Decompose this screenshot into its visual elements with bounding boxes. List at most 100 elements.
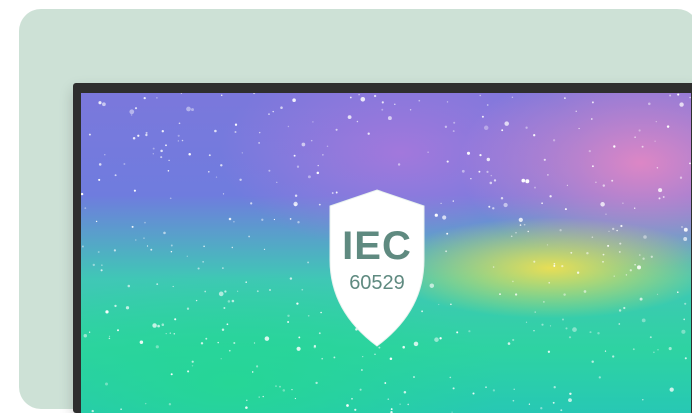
sparkle	[250, 202, 253, 205]
sparkle	[145, 133, 148, 137]
sparkle	[527, 230, 529, 233]
sparkle	[123, 163, 126, 165]
sparkle	[512, 338, 515, 342]
sparkle	[507, 342, 511, 345]
sparkle	[564, 97, 566, 99]
sparkle	[214, 129, 217, 133]
sparkle	[547, 174, 549, 176]
badge-number: 60529	[349, 272, 405, 294]
sparkle	[612, 355, 615, 358]
sparkle	[287, 314, 290, 318]
sparkle	[534, 186, 536, 189]
sparkle	[374, 353, 376, 355]
sparkle	[576, 271, 580, 274]
sparkle	[280, 106, 283, 109]
sparkle	[165, 144, 167, 147]
sparkle	[84, 207, 87, 210]
sparkle	[445, 250, 448, 253]
sparkle	[546, 244, 549, 246]
sparkle	[483, 125, 489, 131]
sparkle	[360, 369, 363, 371]
sparkle	[528, 403, 531, 405]
sparkle	[130, 114, 133, 116]
sparkle	[611, 179, 614, 182]
sparkle	[629, 269, 632, 272]
sparkle	[394, 103, 396, 106]
sparkle	[246, 399, 248, 402]
sparkle	[168, 403, 172, 406]
sparkle	[191, 360, 194, 363]
sparkle	[127, 284, 131, 288]
sparkle	[444, 125, 448, 128]
sparkle	[220, 94, 223, 97]
sparkle	[347, 115, 352, 120]
sparkle	[88, 331, 91, 333]
sparkle	[180, 93, 183, 94]
sparkle	[540, 407, 543, 410]
sparkle	[105, 310, 109, 314]
sparkle	[135, 239, 137, 241]
sparkle	[407, 403, 410, 406]
sparkle	[144, 221, 146, 224]
background-card: IEC 60529	[19, 9, 692, 413]
sparkle	[310, 139, 313, 142]
sparkle	[233, 341, 236, 345]
sparkle	[656, 293, 659, 295]
sparkle	[478, 170, 481, 173]
sparkle	[677, 291, 679, 293]
sparkle	[178, 122, 181, 125]
sparkle	[83, 333, 88, 338]
sparkle	[503, 202, 508, 208]
sparkle	[438, 303, 440, 306]
sparkle	[289, 218, 292, 220]
sparkle	[100, 269, 103, 272]
sparkle	[490, 174, 493, 177]
sparkle	[613, 275, 615, 277]
sparkle	[349, 96, 352, 99]
sparkle	[156, 97, 158, 99]
sparkle	[173, 333, 176, 335]
sparkle	[613, 145, 616, 148]
sparkle	[275, 385, 277, 387]
sparkle	[560, 409, 563, 412]
sparkle	[511, 96, 514, 98]
sparkle	[492, 266, 495, 268]
sparkle	[654, 140, 656, 143]
sparkle	[384, 382, 387, 384]
sparkle	[301, 288, 304, 291]
sparkle	[681, 329, 686, 334]
sparkle	[170, 373, 173, 376]
sparkle	[248, 235, 250, 238]
sparkle	[608, 230, 610, 233]
sparkle	[97, 251, 100, 253]
sparkle	[649, 336, 652, 339]
sparkle	[655, 120, 657, 123]
sparkle	[543, 158, 546, 161]
sparkle	[186, 106, 191, 112]
sparkle	[258, 131, 261, 134]
sparkle	[215, 176, 218, 178]
sparkle	[294, 397, 297, 400]
sparkle	[638, 254, 641, 256]
sparkle	[293, 154, 296, 157]
sparkle	[559, 229, 562, 232]
sparkle	[223, 307, 226, 309]
sparkle	[245, 406, 248, 409]
sparkle	[512, 399, 515, 402]
sparkle	[144, 402, 147, 405]
sparkle	[256, 290, 259, 293]
sparkle	[642, 399, 644, 401]
sparkle	[418, 99, 421, 102]
sparkle	[287, 321, 290, 323]
sparkle	[163, 231, 166, 235]
sparkle	[681, 226, 683, 228]
sparkle	[360, 97, 366, 102]
sparkle	[101, 264, 103, 266]
sparkle	[169, 332, 171, 334]
sparkle	[367, 132, 370, 135]
sparkle	[152, 147, 155, 150]
sparkle	[452, 200, 454, 202]
sparkle	[521, 178, 526, 183]
sparkle	[470, 178, 472, 180]
sparkle	[397, 163, 401, 166]
